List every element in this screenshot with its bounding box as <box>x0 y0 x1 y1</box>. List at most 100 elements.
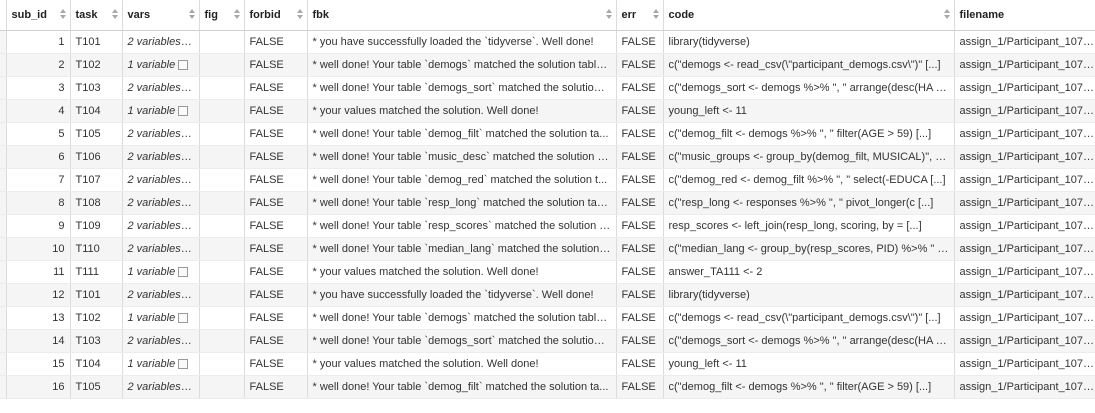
cell-code: c("resp_long <- responses %>% ", " pivot… <box>663 191 955 215</box>
sort-icon <box>111 9 118 19</box>
cell-err: FALSE <box>616 53 664 77</box>
cell-code: c("demogs <- read_csv(\"participant_demo… <box>663 53 955 77</box>
expand-list-icon[interactable] <box>178 105 189 116</box>
cell-fbk: * well done! Your table `music_desc` mat… <box>307 145 617 169</box>
cell-forbid: FALSE <box>244 214 308 238</box>
cell-fbk: * well done! Your table `demogs` matched… <box>307 53 617 77</box>
table-row[interactable]: 13 T102 1 variable FALSE * well done! Your t… <box>0 306 1095 330</box>
column-header-task[interactable]: task <box>70 0 123 31</box>
cell-sub-id: 15 <box>6 352 71 376</box>
vars-label: 1 variable <box>127 311 176 324</box>
column-header-vars[interactable]: vars <box>122 0 200 31</box>
expand-list-icon[interactable] <box>178 358 189 369</box>
cell-sub-id: 3 <box>6 76 71 100</box>
column-header-fbk[interactable]: fbk <box>307 0 617 31</box>
cell-fig <box>199 168 245 192</box>
expand-list-icon[interactable] <box>178 266 189 277</box>
sort-icon <box>188 9 195 19</box>
expand-list-icon[interactable] <box>178 312 189 323</box>
cell-forbid: FALSE <box>244 122 308 146</box>
vars-label: 2 variables <box>127 219 181 232</box>
column-header-err[interactable]: err <box>616 0 664 31</box>
sort-icon <box>59 9 66 19</box>
cell-code: c("demog_filt <- demogs %>% ", " filter(… <box>663 375 955 399</box>
table-row[interactable]: 4 T104 1 variable FALSE * your values matche… <box>0 99 1095 123</box>
cell-fig <box>199 260 245 284</box>
cell-filename: assign_1/Participant_107737 <box>954 352 1095 376</box>
cell-forbid: FALSE <box>244 283 308 307</box>
cell-fig <box>199 99 245 123</box>
cell-sub-id: 11 <box>6 260 71 284</box>
sort-icon <box>233 9 240 19</box>
cell-sub-id: 2 <box>6 53 71 77</box>
column-header-sub-id[interactable]: sub_id <box>6 0 71 31</box>
cell-fbk: * well done! Your table `demogs_sort` ma… <box>307 329 617 353</box>
cell-sub-id: 9 <box>6 214 71 238</box>
vars-label: 2 variables <box>127 150 181 163</box>
cell-task: T101 <box>70 283 123 307</box>
vars-label: 2 variables <box>127 81 181 94</box>
column-header-code[interactable]: code <box>663 0 955 31</box>
cell-vars: 1 variable <box>122 306 200 330</box>
cell-vars: 2 variables <box>122 30 200 54</box>
table-row[interactable]: 8 T108 2 variables FALSE * well done! Your t… <box>0 191 1095 215</box>
cell-fbk: * well done! Your table `demog_filt` mat… <box>307 122 617 146</box>
cell-forbid: FALSE <box>244 306 308 330</box>
table-row[interactable]: 12 T101 2 variables FALSE * you have success… <box>0 283 1095 307</box>
cell-fbk: * your values matched the solution. Well… <box>307 260 617 284</box>
table-row[interactable]: 14 T103 2 variables FALSE * well done! Your … <box>0 329 1095 353</box>
cell-fig <box>199 30 245 54</box>
cell-filename: assign_1/Participant_107737 <box>954 76 1095 100</box>
vars-label: 1 variable <box>127 357 176 370</box>
cell-task: T111 <box>70 260 123 284</box>
table-row[interactable]: 7 T107 2 variables FALSE * well done! Your t… <box>0 168 1095 192</box>
cell-sub-id: 14 <box>6 329 71 353</box>
table-row[interactable]: 9 T109 2 variables FALSE * well done! Your t… <box>0 214 1095 238</box>
column-header-fig[interactable]: fig <box>199 0 245 31</box>
cell-task: T103 <box>70 329 123 353</box>
cell-code: c("demogs <- read_csv(\"participant_demo… <box>663 306 955 330</box>
cell-vars: 1 variable <box>122 260 200 284</box>
cell-filename: assign_1/Participant_107737 <box>954 53 1095 77</box>
cell-vars: 2 variables <box>122 237 200 261</box>
cell-err: FALSE <box>616 168 664 192</box>
table-row[interactable]: 10 T110 2 variables FALSE * well done! Your … <box>0 237 1095 261</box>
cell-code: library(tidyverse) <box>663 30 955 54</box>
cell-task: T106 <box>70 145 123 169</box>
cell-fig <box>199 375 245 399</box>
vars-label: 2 variables <box>127 242 181 255</box>
cell-forbid: FALSE <box>244 76 308 100</box>
cell-code: library(tidyverse) <box>663 283 955 307</box>
cell-fig <box>199 306 245 330</box>
cell-fig <box>199 352 245 376</box>
table-row[interactable]: 11 T111 1 variable FALSE * your values match… <box>0 260 1095 284</box>
cell-fig <box>199 214 245 238</box>
table-row[interactable]: 5 T105 2 variables FALSE * well done! Your t… <box>0 122 1095 146</box>
table-row[interactable]: 2 T102 1 variable FALSE * well done! Your ta… <box>0 53 1095 77</box>
cell-sub-id: 6 <box>6 145 71 169</box>
cell-fbk: * well done! Your table `resp_scores` ma… <box>307 214 617 238</box>
cell-filename: assign_1/Participant_107737 <box>954 191 1095 215</box>
cell-filename: assign_1/Participant_107737 <box>954 306 1095 330</box>
cell-fbk: * you have successfully loaded the `tidy… <box>307 30 617 54</box>
cell-task: T102 <box>70 306 123 330</box>
table-row[interactable]: 1 T101 2 variables FALSE * you have successf… <box>0 30 1095 54</box>
cell-fig <box>199 329 245 353</box>
table-row[interactable]: 6 T106 2 variables FALSE * well done! Your t… <box>0 145 1095 169</box>
table-row[interactable]: 15 T104 1 variable FALSE * your values match… <box>0 352 1095 376</box>
cell-fbk: * well done! Your table `demog_red` matc… <box>307 168 617 192</box>
cell-sub-id: 16 <box>6 375 71 399</box>
vars-label: 1 variable <box>127 265 176 278</box>
table-row[interactable]: 16 T105 2 variables FALSE * well done! Your … <box>0 375 1095 399</box>
column-header-forbid[interactable]: forbid <box>244 0 308 31</box>
vars-label: 2 variables <box>127 380 181 393</box>
cell-fig <box>199 145 245 169</box>
data-viewer-table: sub_id task vars fig forbid fbk err code… <box>0 0 1095 399</box>
cell-task: T110 <box>70 237 123 261</box>
expand-list-icon[interactable] <box>178 59 189 70</box>
cell-task: T105 <box>70 122 123 146</box>
table-row[interactable]: 3 T103 2 variables FALSE * well done! Your t… <box>0 76 1095 100</box>
cell-code: c("music_groups <- group_by(demog_filt, … <box>663 145 955 169</box>
column-header-filename[interactable]: filename <box>954 0 1095 31</box>
cell-sub-id: 13 <box>6 306 71 330</box>
